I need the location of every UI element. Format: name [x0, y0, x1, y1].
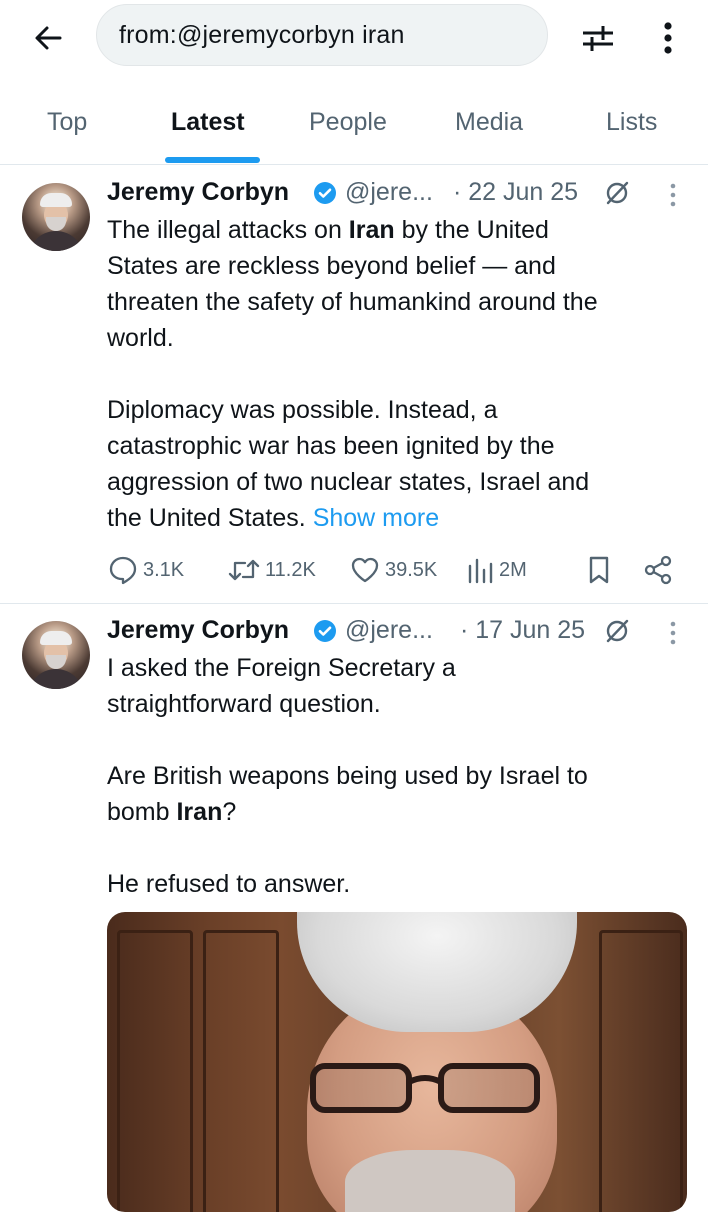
- share-icon: [644, 555, 672, 585]
- verified-badge-icon: [314, 182, 336, 204]
- views-icon: [468, 558, 493, 584]
- tweet-header: Jeremy Corbyn @jere... · 22 Jun 25: [107, 178, 687, 214]
- verified-badge-icon: [314, 620, 336, 642]
- views-button[interactable]: 2M: [467, 550, 527, 590]
- show-more-link[interactable]: Show more: [313, 504, 439, 532]
- tweet-text: I asked the Foreign Secretary a straight…: [107, 654, 588, 898]
- author-handle[interactable]: @jere...: [345, 616, 433, 645]
- heart-icon: [351, 557, 379, 583]
- tabs-divider: [0, 164, 708, 165]
- repost-button[interactable]: 11.2K: [227, 550, 316, 590]
- tab-lists[interactable]: Lists: [606, 108, 657, 137]
- like-button[interactable]: 39.5K: [349, 550, 437, 590]
- tweet-video-thumbnail[interactable]: [107, 912, 687, 1212]
- tab-top[interactable]: Top: [47, 108, 87, 137]
- top-bar: from:@jeremycorbyn iran: [0, 0, 708, 80]
- tweet-text: The illegal attacks on Iran by the Unite…: [107, 216, 598, 532]
- search-input[interactable]: from:@jeremycorbyn iran: [96, 4, 548, 66]
- bookmark-button[interactable]: [585, 550, 617, 590]
- tweet-actions: 3.1K 11.2K 39.5K 2M: [107, 550, 687, 590]
- bookmark-icon: [589, 556, 609, 584]
- grok-icon[interactable]: [604, 618, 630, 644]
- search-tabs: Top Latest People Media Lists: [0, 90, 708, 164]
- tweet-header: Jeremy Corbyn @jere... · 17 Jun 25: [107, 616, 687, 652]
- like-count: 39.5K: [385, 558, 438, 581]
- reply-icon: [109, 556, 137, 585]
- tweet-date[interactable]: · 22 Jun 25: [453, 178, 578, 207]
- filter-sliders-icon[interactable]: [574, 14, 622, 62]
- author-name[interactable]: Jeremy Corbyn: [107, 178, 289, 207]
- tweet-more-icon[interactable]: [668, 182, 678, 208]
- share-button[interactable]: [643, 550, 677, 590]
- avatar[interactable]: [22, 621, 90, 689]
- author-handle[interactable]: @jere...: [345, 178, 433, 207]
- active-tab-indicator: [165, 157, 260, 163]
- back-arrow-icon[interactable]: [24, 14, 72, 62]
- search-query: from:@jeremycorbyn iran: [119, 20, 405, 49]
- avatar[interactable]: [22, 183, 90, 251]
- repost-icon: [228, 559, 260, 581]
- author-name[interactable]: Jeremy Corbyn: [107, 616, 289, 645]
- tab-latest[interactable]: Latest: [171, 108, 245, 137]
- tab-people[interactable]: People: [309, 108, 387, 137]
- tab-media[interactable]: Media: [455, 108, 523, 137]
- view-count: 2M: [499, 558, 527, 581]
- tweet-divider: [0, 603, 708, 604]
- tweet-date[interactable]: · 17 Jun 25: [460, 616, 585, 645]
- reply-count: 3.1K: [143, 558, 185, 581]
- tweet-more-icon[interactable]: [668, 620, 678, 646]
- grok-icon[interactable]: [604, 180, 630, 206]
- more-vertical-icon[interactable]: [648, 14, 688, 62]
- reply-button[interactable]: 3.1K: [107, 550, 184, 590]
- repost-count: 11.2K: [265, 558, 316, 581]
